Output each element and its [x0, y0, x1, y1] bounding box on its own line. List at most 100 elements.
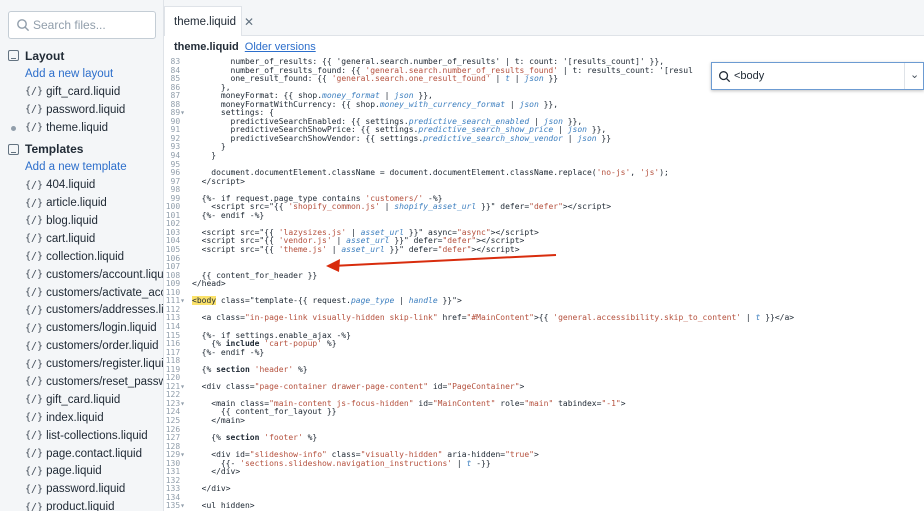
- file-name-label: customers/order.liquid: [46, 340, 159, 353]
- liquid-file-icon: {/}: [25, 179, 44, 191]
- search-icon: [17, 19, 30, 32]
- file-item[interactable]: {/} customers/login.liquid: [0, 319, 163, 337]
- file-item[interactable]: {/} gift_card.liquid: [0, 391, 163, 409]
- file-item[interactable]: {/} password.liquid: [0, 480, 163, 498]
- code-line[interactable]: [186, 255, 924, 264]
- file-name-label: list-collections.liquid: [46, 429, 148, 442]
- code-line[interactable]: {{ content_for_header }}: [186, 271, 924, 281]
- code-line[interactable]: <script src="{{ 'theme.js' | asset_url }…: [186, 245, 924, 255]
- file-item[interactable]: {/}customers/addresses.liquid: [0, 301, 164, 319]
- liquid-file-icon: {/}: [25, 376, 44, 388]
- liquid-file-icon: {/}: [25, 358, 44, 370]
- code-line[interactable]: </div>: [186, 468, 924, 477]
- code-line[interactable]: document.documentElement.className = doc…: [186, 168, 924, 178]
- liquid-file-icon: {/}: [25, 483, 44, 495]
- tab-label: theme.liquid: [174, 15, 237, 28]
- file-header: theme.liquid Older versions: [164, 36, 924, 58]
- code-line[interactable]: <body class="template-{{ request.page_ty…: [186, 296, 924, 306]
- code-editor[interactable]: 83 84 85 86 87 88 89▾ 90 91 92 93 94 95 9…: [164, 58, 924, 511]
- file-item[interactable]: {/} cart.liquid: [0, 230, 163, 248]
- file-item[interactable]: {/} customers/register.liquid: [0, 355, 163, 373]
- file-item[interactable]: {/} index.liquid: [0, 409, 163, 427]
- file-item[interactable]: {/} blog.liquid: [0, 212, 163, 230]
- code-line[interactable]: {%- endif -%}: [186, 211, 924, 221]
- add-layout-link[interactable]: Add a new layout: [0, 65, 163, 83]
- section-header-layout[interactable]: Layout: [0, 47, 163, 65]
- file-item[interactable]: {/}customers/reset_password.liquid: [0, 373, 163, 391]
- file-name-label: gift_card.liquid: [46, 85, 121, 98]
- code-line[interactable]: }: [186, 143, 924, 152]
- find-divider: [904, 63, 905, 89]
- file-item[interactable]: {/} customers/order.liquid: [0, 337, 163, 355]
- collapse-icon[interactable]: [8, 50, 19, 62]
- code-line[interactable]: {%- endif -%}: [186, 348, 924, 358]
- code-line[interactable]: </script>: [186, 177, 924, 187]
- find-input[interactable]: [734, 67, 894, 85]
- file-item[interactable]: {/} theme.liquid: [0, 119, 163, 137]
- tab-theme-liquid[interactable]: theme.liquid ✕: [164, 6, 254, 36]
- liquid-file-icon: {/}: [25, 340, 44, 352]
- code-line[interactable]: [186, 494, 924, 503]
- file-search-input[interactable]: [33, 15, 153, 35]
- open-file-indicator: [11, 125, 16, 131]
- liquid-file-icon: {/}: [25, 197, 44, 209]
- code-content[interactable]: number_of_results: {{ 'general.search.nu…: [186, 58, 924, 511]
- find-widget[interactable]: ⌄: [711, 62, 924, 90]
- liquid-file-icon: {/}: [25, 322, 44, 334]
- file-name-label: password.liquid: [46, 103, 126, 116]
- file-item[interactable]: {/} 404.liquid: [0, 176, 163, 194]
- file-item[interactable]: {/} password.liquid: [0, 101, 163, 119]
- code-line[interactable]: <div class="page-container drawer-page-c…: [186, 382, 924, 392]
- add-templates-link[interactable]: Add a new template: [0, 158, 163, 176]
- chevron-down-icon[interactable]: ⌄: [910, 68, 919, 81]
- file-sidebar: LayoutAdd a new layout{/}gift_card.liqui…: [0, 0, 164, 511]
- file-item[interactable]: {/} customers/account.liquid: [0, 266, 164, 284]
- code-line[interactable]: </head>: [186, 280, 924, 289]
- code-line[interactable]: {{- 'sections.slideshow.navigation_instr…: [186, 459, 924, 469]
- code-line[interactable]: </main>: [186, 416, 924, 426]
- file-name: theme.liquid: [174, 41, 239, 53]
- liquid-file-icon: {/}: [25, 412, 44, 424]
- liquid-file-icon: {/}: [25, 86, 44, 98]
- liquid-file-icon: {/}: [25, 465, 44, 477]
- file-search-box[interactable]: [8, 11, 156, 39]
- section-title: Layout: [25, 48, 65, 63]
- code-line[interactable]: {% section 'header' %}: [186, 365, 924, 375]
- file-name-label: customers/login.liquid: [46, 322, 157, 335]
- file-item[interactable]: {/} list-collections.liquid: [0, 427, 163, 445]
- file-name-label: customers/activate_account.liquid: [46, 286, 163, 299]
- file-item[interactable]: {/}customers/activate_account.liquid: [0, 284, 163, 302]
- file-name-label: customers/reset_password.liquid: [46, 375, 163, 388]
- code-line[interactable]: {% include 'cart-popup' %}: [186, 339, 924, 349]
- code-line[interactable]: {% section 'footer' %}: [186, 433, 924, 443]
- file-name-label: customers/account.liquid: [46, 268, 164, 281]
- code-line[interactable]: {{ content_for_layout }}: [186, 408, 924, 417]
- code-line[interactable]: predictiveSearchShowVendor: {{ settings.…: [186, 134, 924, 144]
- file-name-label: theme.liquid: [46, 121, 109, 134]
- liquid-file-icon: {/}: [25, 448, 44, 460]
- file-item[interactable]: {/} page.contact.liquid: [0, 445, 163, 463]
- section-title: Templates: [25, 142, 84, 157]
- close-icon[interactable]: ✕: [244, 15, 254, 29]
- file-name-label: customers/addresses.liquid: [46, 304, 164, 317]
- file-tree: Layout Add a new layout {/} gift_card.liqui…: [0, 47, 164, 511]
- file-item[interactable]: {/} gift_card.liquid: [0, 83, 163, 101]
- code-line[interactable]: <script src="{{ 'shopify_common.js' | sh…: [186, 203, 924, 212]
- code-line[interactable]: <a class="in-page-link visually-hidden s…: [186, 314, 924, 323]
- file-name-label: collection.liquid: [46, 250, 125, 263]
- code-line[interactable]: </div>: [186, 485, 924, 494]
- section-header-templates[interactable]: Templates: [0, 140, 163, 158]
- file-item[interactable]: {/} collection.liquid: [0, 248, 163, 266]
- liquid-file-icon: {/}: [25, 304, 44, 316]
- search-icon: [719, 71, 731, 83]
- code-line[interactable]: moneyFormatWithCurrency: {{ shop.money_w…: [186, 100, 924, 110]
- file-item[interactable]: {/} page.liquid: [0, 462, 163, 480]
- code-line[interactable]: }: [186, 151, 924, 161]
- liquid-file-icon: {/}: [25, 104, 44, 116]
- code-line[interactable]: [186, 477, 924, 486]
- file-item[interactable]: {/} article.liquid: [0, 194, 163, 212]
- collapse-icon[interactable]: [8, 143, 19, 155]
- file-item[interactable]: {/} product.liquid: [0, 498, 163, 511]
- file-name-label: gift_card.liquid: [46, 393, 121, 406]
- older-versions-link[interactable]: Older versions: [245, 41, 316, 53]
